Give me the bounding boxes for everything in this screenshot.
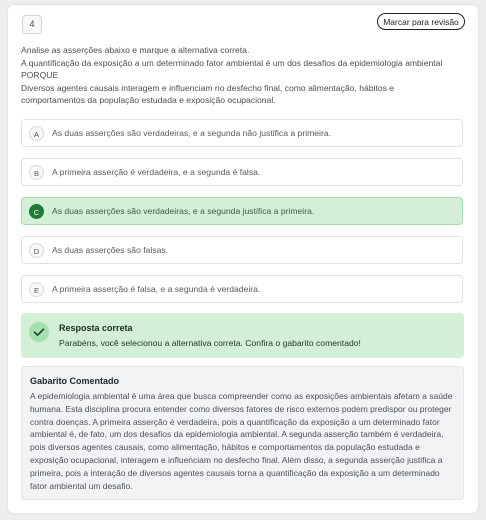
option-letter: A <box>29 126 44 141</box>
option-letter: C <box>29 204 44 219</box>
statement-line: Diversos agentes causais interagem e inf… <box>21 82 395 93</box>
option-letter: D <box>29 243 44 258</box>
option-letter: E <box>29 282 44 297</box>
option-letter: B <box>29 165 44 180</box>
option-c[interactable]: C As duas asserções são verdadeiras, e a… <box>21 197 463 225</box>
result-title: Resposta correta <box>59 323 133 333</box>
option-b[interactable]: B A primeira asserção é verdadeira, e a … <box>21 158 463 186</box>
option-text: As duas asserções são falsas. <box>52 245 169 255</box>
option-text: As duas asserções são verdadeiras, e a s… <box>52 206 315 216</box>
statement-line: PORQUE <box>21 70 59 80</box>
result-message: Parabéns, você selecionou a alternativa … <box>59 338 361 348</box>
option-text: A primeira asserção é verdadeira, e a se… <box>52 167 261 177</box>
statement-line: A quantificação da exposição a um determ… <box>21 57 443 68</box>
question-card: 4 Marcar para revisão Analise as asserçõ… <box>8 5 478 513</box>
correct-answer-banner: Resposta correta Parabéns, você selecion… <box>21 313 464 358</box>
option-a[interactable]: A As duas asserções são verdadeiras, e a… <box>21 119 463 147</box>
question-statement: Analise as asserções abaixo e marque a a… <box>21 44 461 107</box>
answer-explanation: Gabarito Comentado A epidemiologia ambie… <box>21 366 464 500</box>
question-number: 4 <box>22 15 42 34</box>
explanation-text: A epidemiologia ambiental é uma área que… <box>30 391 453 491</box>
option-d[interactable]: D As duas asserções são falsas. <box>21 236 463 264</box>
option-e[interactable]: E A primeira asserção é falsa, e a segun… <box>21 275 463 303</box>
option-text: A primeira asserção é falsa, e a segunda… <box>52 284 261 294</box>
statement-line: comportamentos da população estudada e e… <box>21 95 276 105</box>
statement-line: Analise as asserções abaixo e marque a a… <box>21 45 250 55</box>
explanation-title: Gabarito Comentado <box>30 376 120 386</box>
option-text: As duas asserções são verdadeiras, e a s… <box>52 128 331 138</box>
check-icon <box>29 322 49 342</box>
mark-for-review-button[interactable]: Marcar para revisão <box>377 13 465 30</box>
